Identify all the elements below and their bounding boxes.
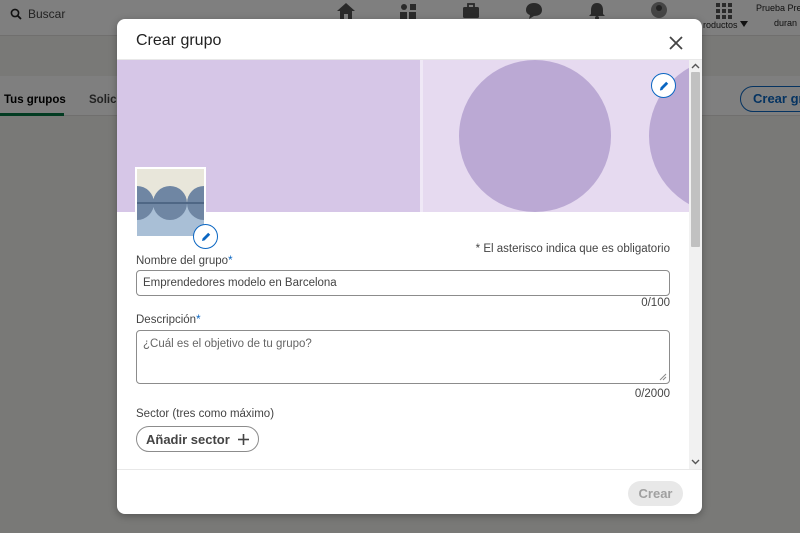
scrollbar-thumb[interactable] [691, 72, 700, 247]
modal-scroll-content[interactable]: * El asterisco indica que es obligatorio… [117, 60, 689, 469]
modal-title: Crear grupo [136, 32, 222, 49]
resize-grip-icon[interactable] [659, 373, 667, 381]
add-sector-label: Añadir sector [146, 431, 230, 447]
description-label: Descripción* [136, 314, 201, 326]
close-icon[interactable] [666, 33, 686, 53]
required-star: * [228, 255, 233, 267]
description-textarea[interactable]: ¿Cuál es el objetivo de tu grupo? [136, 330, 670, 384]
group-name-counter: 0/100 [641, 297, 670, 309]
scroll-down-icon[interactable] [691, 457, 700, 466]
pencil-icon [201, 232, 210, 241]
edit-banner-button[interactable] [651, 73, 676, 98]
group-name-label: Nombre del grupo* [136, 255, 233, 267]
scroll-up-icon[interactable] [691, 62, 700, 71]
pencil-icon [659, 81, 668, 90]
modal-scrollbar[interactable] [689, 60, 702, 469]
create-button[interactable]: Crear [628, 481, 683, 506]
sector-label: Sector (tres como máximo) [136, 408, 275, 420]
required-fields-note: * El asterisco indica que es obligatorio [475, 243, 670, 255]
description-counter: 0/2000 [634, 388, 670, 400]
description-placeholder: ¿Cuál es el objetivo de tu grupo? [143, 338, 312, 350]
required-star: * [196, 314, 201, 326]
group-name-input[interactable]: Emprendedores modelo en Barcelona [136, 270, 670, 296]
add-sector-button[interactable]: Añadir sector [136, 426, 259, 452]
edit-logo-button[interactable] [193, 224, 218, 249]
plus-icon [237, 433, 249, 445]
modal-footer: Crear [117, 469, 702, 514]
modal-header: Crear grupo [117, 19, 702, 60]
create-group-modal: Crear grupo * El asterisco indica que es… [117, 19, 702, 514]
